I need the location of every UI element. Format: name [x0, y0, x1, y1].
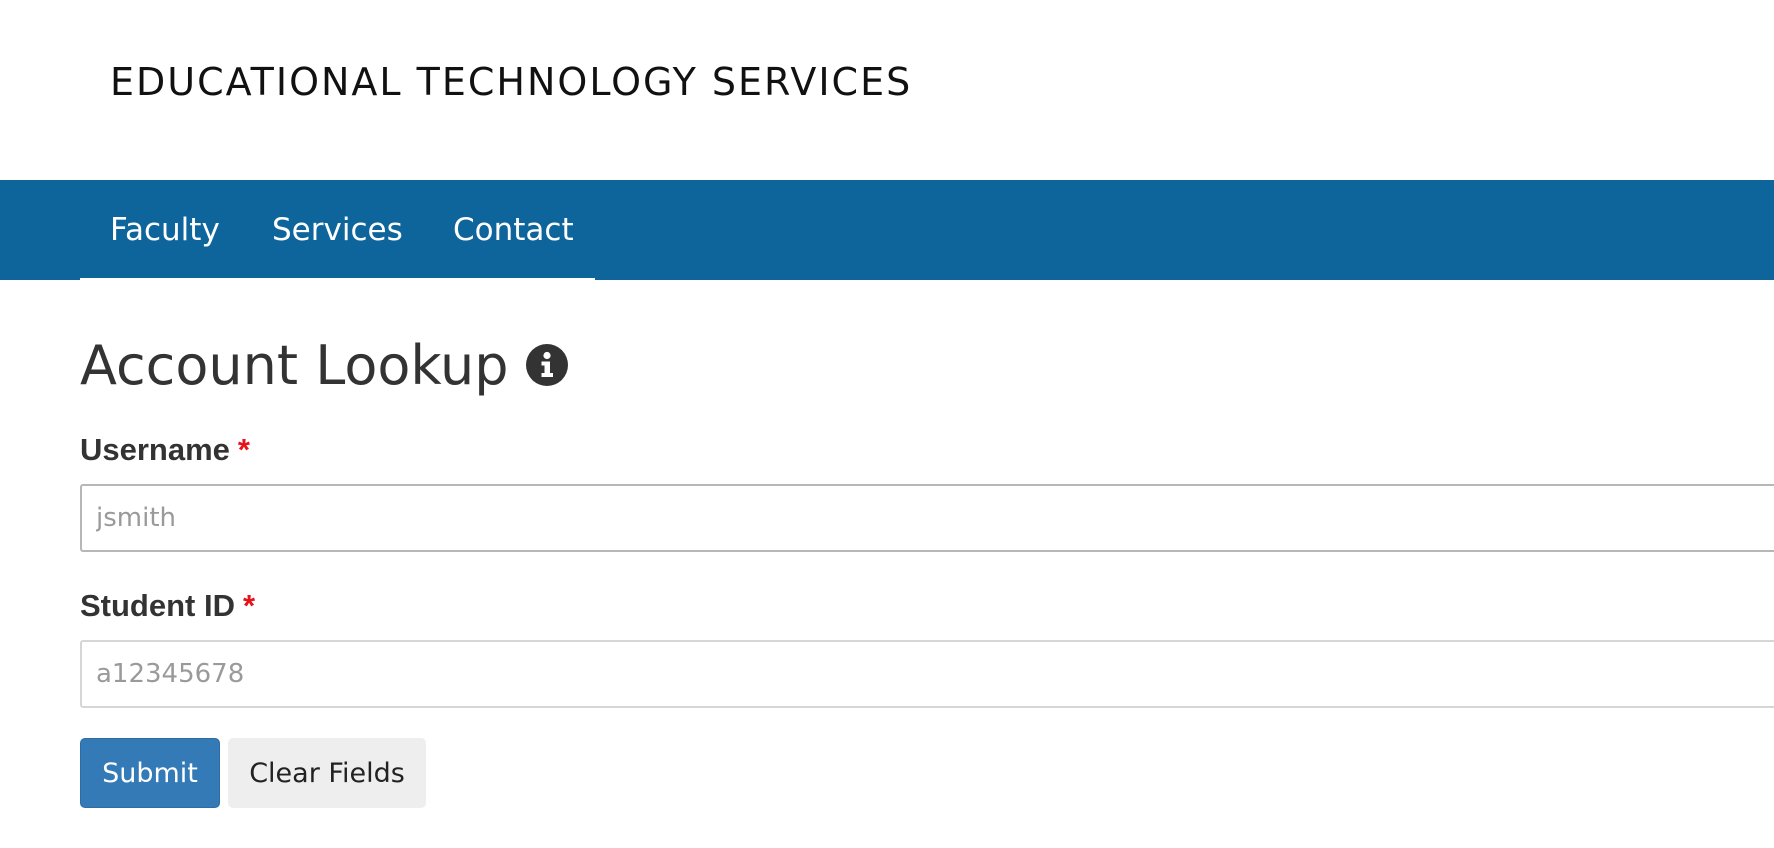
student-id-label-text: Student ID [80, 588, 235, 623]
site-header: EDUCATIONAL TECHNOLOGY SERVICES [0, 0, 1774, 180]
student-id-label: Student ID * [80, 588, 255, 624]
submit-button[interactable]: Submit [80, 738, 220, 808]
required-marker: * [243, 588, 256, 623]
site-title: EDUCATIONAL TECHNOLOGY SERVICES [110, 60, 913, 104]
info-circle-icon[interactable] [525, 343, 569, 387]
student-id-input[interactable] [80, 640, 1774, 708]
main-navbar: Faculty Services Contact [0, 180, 1774, 280]
nav-item-faculty[interactable]: Faculty [110, 180, 220, 280]
nav-group: Faculty Services Contact [80, 180, 595, 280]
username-label: Username * [80, 432, 250, 468]
clear-fields-button[interactable]: Clear Fields [228, 738, 426, 808]
username-input[interactable] [80, 484, 1774, 552]
nav-item-services[interactable]: Services [272, 180, 403, 280]
required-marker: * [237, 432, 250, 467]
page-title-text: Account Lookup [80, 333, 509, 397]
page-title: Account Lookup [80, 330, 569, 400]
username-label-text: Username [80, 432, 230, 467]
nav-item-contact[interactable]: Contact [453, 180, 574, 280]
